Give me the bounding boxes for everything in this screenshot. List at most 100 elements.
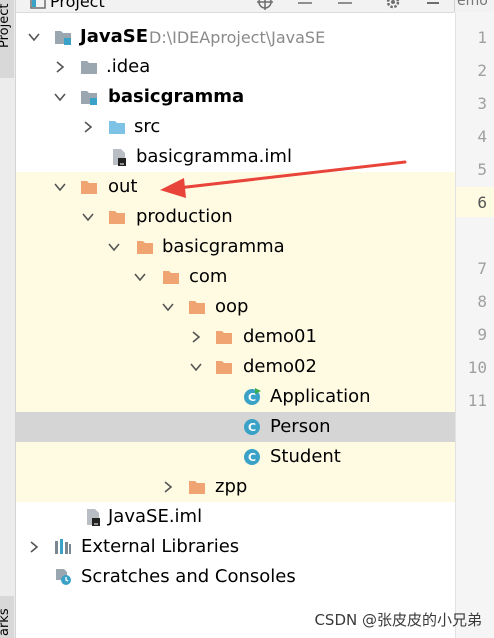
tree-row-application[interactable]: C Application <box>16 382 455 412</box>
tree-label-root-iml: JavaSE.iml <box>108 506 203 527</box>
tree-row-student[interactable]: C Student <box>16 442 455 472</box>
tree-row-scratches[interactable]: Scratches and Consoles <box>16 562 455 592</box>
watermark: CSDN @张皮皮的小兄弟 <box>314 611 482 629</box>
root-project-name: JavaSE <box>80 26 148 47</box>
chevron-down-icon[interactable] <box>134 271 146 283</box>
hide-icon[interactable] <box>424 0 442 10</box>
tree-label-idea-text: idea <box>111 56 151 77</box>
svg-text:C: C <box>248 451 256 464</box>
gear-icon[interactable] <box>384 0 402 10</box>
line-number: 10 <box>467 358 487 377</box>
root-project-path: D:\IDEAproject\JavaSE <box>149 28 326 47</box>
chevron-down-icon[interactable] <box>28 31 40 43</box>
line-number: 3 <box>477 94 487 113</box>
iml-file-icon <box>87 509 100 526</box>
tree-label-out: out <box>108 176 138 197</box>
svg-text:C: C <box>248 421 256 434</box>
left-tool-strip: Project arks <box>0 0 16 638</box>
tree-label-zpp: zpp <box>215 476 248 497</box>
line-number: 2 <box>477 61 487 80</box>
project-tree: JavaSE D:\IDEAproject\JavaSE .idea basic… <box>16 12 455 638</box>
expand-all-icon[interactable] <box>296 0 314 10</box>
tree-label-module: basicgramma <box>108 86 245 107</box>
chevron-right-icon[interactable] <box>54 61 66 73</box>
tree-row-oop[interactable]: oop <box>16 292 455 322</box>
tree-label-src: src <box>134 116 161 137</box>
editor-tab-label: emo <box>457 0 488 9</box>
chevron-down-icon[interactable] <box>108 241 120 253</box>
line-number: 5 <box>477 160 487 179</box>
tree-label-demo01: demo01 <box>243 326 317 347</box>
editor-tab[interactable]: emo <box>454 0 494 12</box>
editor-gutter: 1 2 3 4 5 6 7 8 9 10 11 <box>455 12 494 638</box>
tree-label-com: com <box>189 266 228 287</box>
locate-icon[interactable] <box>256 0 274 10</box>
tree-label-person: Person <box>270 416 331 437</box>
tree-label-prod-module: basicgramma <box>162 236 285 257</box>
tree-row-module[interactable]: basicgramma <box>16 82 455 112</box>
bookmarks-tool-tab[interactable]: arks <box>0 596 14 638</box>
project-tool-tab[interactable]: Project <box>0 0 14 78</box>
tree-label-production: production <box>136 206 233 227</box>
line-number: 7 <box>477 259 487 278</box>
tree-row-root-iml[interactable]: JavaSE.iml <box>16 502 455 532</box>
tree-label-idea: .idea <box>106 56 151 77</box>
current-line-highlight <box>456 187 494 217</box>
tree-row-module-iml[interactable]: basicgramma.iml <box>16 142 455 172</box>
line-number-current: 6 <box>477 193 487 212</box>
tree-row-out[interactable]: out <box>16 172 455 202</box>
tree-row-person-selected[interactable]: C Person <box>16 412 455 442</box>
chevron-right-icon[interactable] <box>82 121 94 133</box>
chevron-down-icon[interactable] <box>162 301 174 313</box>
folder-icon <box>81 61 97 74</box>
chevron-down-icon[interactable] <box>82 211 94 223</box>
excluded-folder-icon <box>216 331 232 344</box>
class-icon: C <box>244 449 260 465</box>
module-folder-icon <box>81 91 97 105</box>
tree-row-src[interactable]: src <box>16 112 455 142</box>
chevron-right-icon[interactable] <box>28 541 40 553</box>
chevron-down-icon[interactable] <box>190 361 202 373</box>
tree-label-oop: oop <box>215 296 249 317</box>
scratches-icon <box>56 569 71 585</box>
excluded-folder-icon <box>189 301 205 314</box>
tree-row-root[interactable]: JavaSE D:\IDEAproject\JavaSE <box>16 22 455 52</box>
project-view-icon <box>30 0 46 9</box>
excluded-folder-icon <box>163 271 179 284</box>
svg-text:C: C <box>248 391 256 404</box>
tree-row-prod-module[interactable]: basicgramma <box>16 232 455 262</box>
chevron-right-icon[interactable] <box>190 331 202 343</box>
chevron-down-icon[interactable] <box>54 91 66 103</box>
iml-file-icon <box>113 149 126 166</box>
tree-row-demo01[interactable]: demo01 <box>16 322 455 352</box>
toolbar-title[interactable]: Project <box>50 0 105 11</box>
bookmarks-tool-label: arks <box>0 608 12 636</box>
tree-label-scratches: Scratches and Consoles <box>81 566 296 587</box>
source-folder-icon <box>109 121 125 134</box>
line-number: 9 <box>477 325 487 344</box>
tree-label-application: Application <box>270 386 371 407</box>
chevron-down-icon[interactable] <box>54 181 66 193</box>
excluded-folder-icon <box>189 481 205 494</box>
tree-label-module-iml: basicgramma.iml <box>136 146 292 167</box>
line-number: 4 <box>477 127 487 146</box>
tree-row-idea[interactable]: .idea <box>16 52 455 82</box>
line-number: 1 <box>477 28 487 47</box>
tree-label-demo02: demo02 <box>243 356 317 377</box>
module-folder-icon <box>55 31 71 45</box>
tree-label-external-libraries: External Libraries <box>81 536 240 557</box>
tree-row-production[interactable]: production <box>16 202 455 232</box>
tree-row-com[interactable]: com <box>16 262 455 292</box>
chevron-right-icon[interactable] <box>162 481 174 493</box>
tree-row-zpp[interactable]: zpp <box>16 472 455 502</box>
tree-row-demo02[interactable]: demo02 <box>16 352 455 382</box>
collapse-all-icon[interactable] <box>336 0 354 10</box>
tree-row-external-libraries[interactable]: External Libraries <box>16 532 455 562</box>
excluded-folder-icon <box>81 181 97 194</box>
line-number: 11 <box>467 391 487 410</box>
excluded-folder-icon <box>137 241 153 254</box>
library-icon <box>55 539 71 554</box>
project-tool-label: Project <box>0 3 12 48</box>
excluded-folder-icon <box>216 361 232 374</box>
line-number: 8 <box>477 292 487 311</box>
